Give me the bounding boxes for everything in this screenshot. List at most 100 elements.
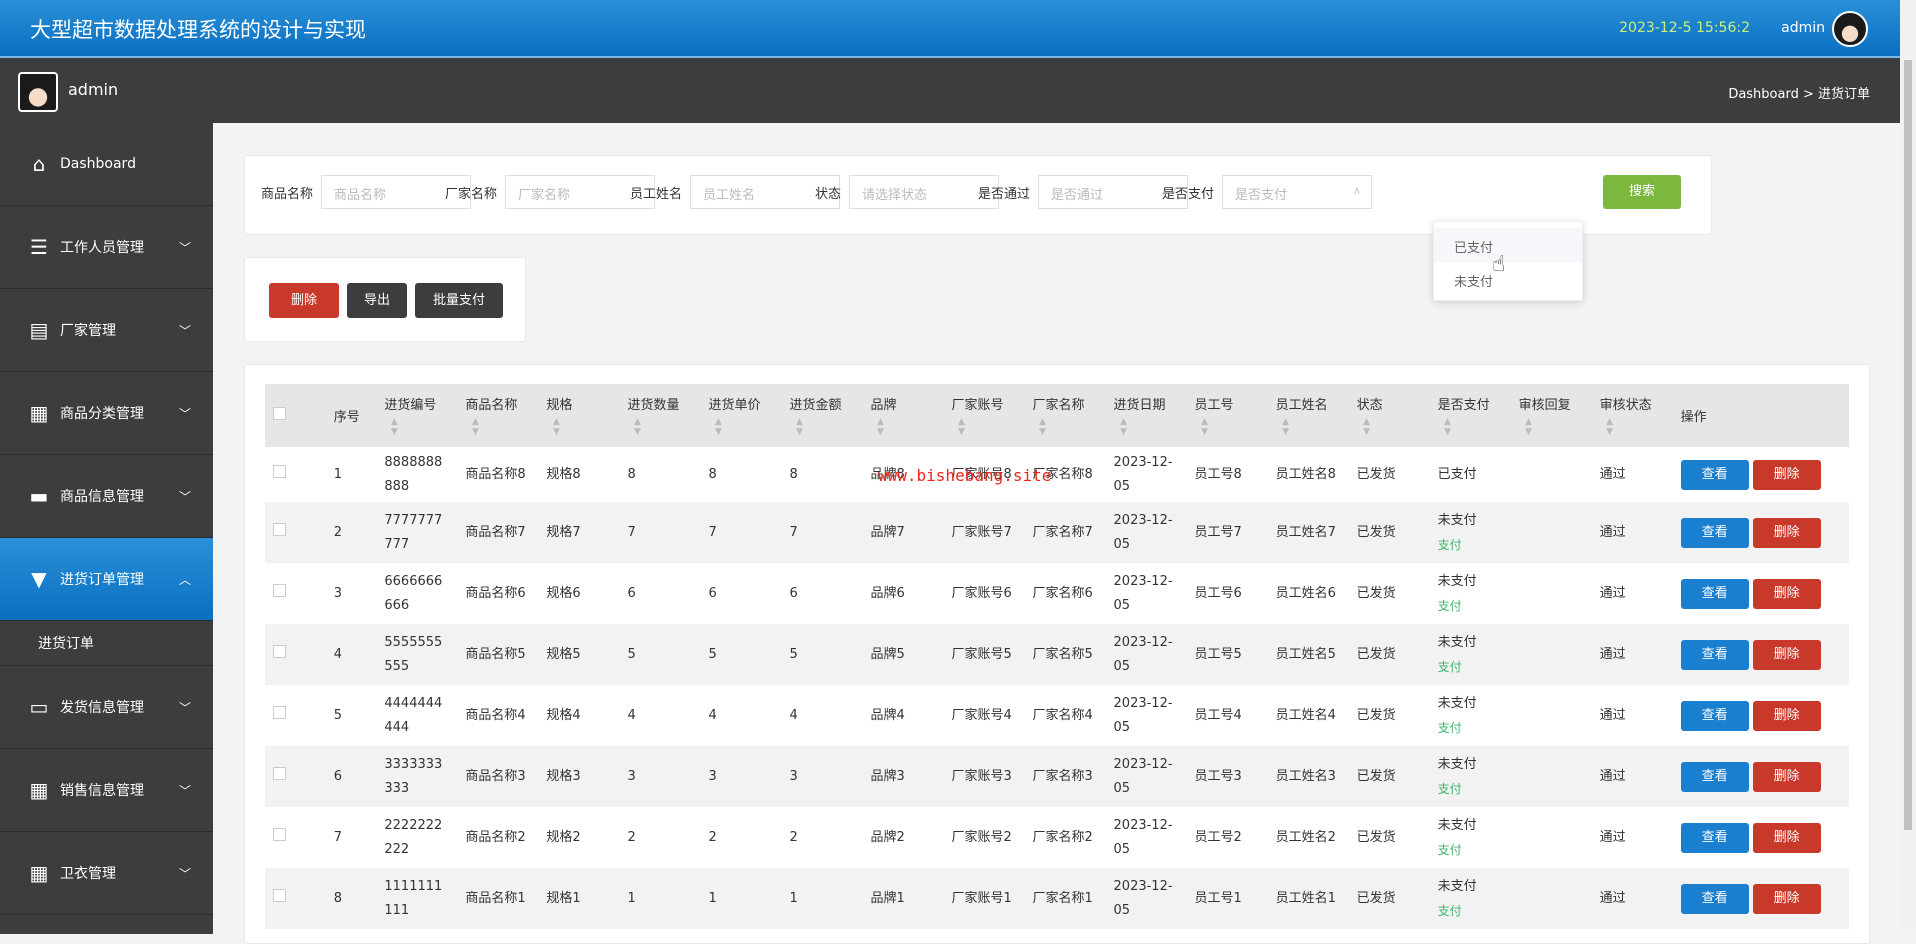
sort-icon[interactable]: ▲ ▼ [384, 417, 404, 437]
cell-brand: 品牌6 [870, 585, 905, 601]
column-header[interactable]: 进货金额 ▲ ▼ [781, 384, 863, 447]
select-input[interactable]: 请选择状态 ∨ [849, 175, 1000, 209]
header-username[interactable]: admin [1781, 20, 1825, 36]
column-header[interactable]: 审核状态 ▲ ▼ [1591, 384, 1673, 447]
sort-icon[interactable]: ▲ ▼ [1114, 417, 1134, 437]
search-button[interactable]: 搜索 [1603, 175, 1681, 209]
sidebar-item-1[interactable]: ☰ 工作人员管理 ﹀ [0, 206, 213, 289]
view-button[interactable]: 查看 [1680, 761, 1749, 792]
view-button[interactable]: 查看 [1680, 700, 1749, 731]
sort-icon[interactable]: ▲ ▼ [546, 417, 566, 437]
sidebar-item-7[interactable]: ▦ 销售信息管理 ﹀ [0, 749, 213, 832]
select-all-checkbox[interactable] [265, 384, 326, 447]
cell-qty: 4 [627, 707, 636, 723]
column-header[interactable]: 进货日期 ▲ ▼ [1105, 384, 1187, 447]
sidebar-item-6[interactable]: ▭ 发货信息管理 ﹀ [0, 666, 213, 749]
pay-link[interactable]: 支付 [1438, 777, 1503, 801]
sort-icon[interactable]: ▲ ▼ [1357, 417, 1377, 437]
view-button[interactable]: 查看 [1680, 639, 1749, 670]
sidebar-item-5[interactable]: ▼ 进货订单管理 ︿ [0, 538, 213, 621]
column-header[interactable]: 员工姓名 ▲ ▼ [1267, 384, 1349, 447]
column-header[interactable]: 厂家名称 ▲ ▼ [1024, 384, 1106, 447]
batch-delete-button[interactable]: 删除 [269, 283, 339, 318]
cell-qty: 3 [627, 768, 636, 784]
cell-reply [1511, 624, 1592, 685]
column-header[interactable]: 是否支付 ▲ ▼ [1429, 384, 1511, 447]
batch-pay-button[interactable]: 批量支付 [415, 283, 503, 318]
pay-link[interactable]: 支付 [1438, 533, 1503, 557]
view-button[interactable]: 查看 [1680, 517, 1749, 548]
column-header[interactable]: 规格 ▲ ▼ [538, 384, 620, 447]
sort-icon[interactable]: ▲ ▼ [789, 417, 809, 437]
sort-icon[interactable]: ▲ ▼ [1195, 417, 1215, 437]
pay-link[interactable]: 支付 [1438, 594, 1503, 618]
column-header[interactable]: 品牌 ▲ ▼ [862, 384, 944, 447]
sort-icon[interactable]: ▲ ▼ [708, 417, 728, 437]
cell-audit: 通过 [1599, 890, 1626, 906]
sidebar-subitem[interactable]: 进货订单 [0, 621, 213, 666]
sort-icon[interactable]: ▲ ▼ [952, 417, 972, 437]
column-header[interactable]: 进货编号 ▲ ▼ [376, 384, 458, 447]
sort-icon[interactable]: ▲ ▼ [627, 417, 647, 437]
sort-icon[interactable]: ▲ ▼ [1033, 417, 1053, 437]
cell-goods: 商品名称4 [465, 707, 526, 723]
view-button[interactable]: 查看 [1680, 822, 1749, 853]
sort-icon[interactable]: ▲ ▼ [1600, 417, 1620, 437]
delete-button[interactable]: 删除 [1752, 578, 1821, 609]
view-button[interactable]: 查看 [1680, 459, 1749, 490]
chevron-down-icon: ﹀ [178, 866, 191, 881]
row-checkbox[interactable] [273, 766, 286, 780]
delete-button[interactable]: 删除 [1752, 883, 1821, 914]
header-avatar[interactable] [1832, 11, 1868, 47]
column-header[interactable]: 员工号 ▲ ▼ [1186, 384, 1268, 447]
pay-link[interactable]: 支付 [1438, 899, 1503, 923]
delete-button[interactable]: 删除 [1752, 517, 1821, 548]
row-checkbox[interactable] [273, 583, 286, 597]
dropdown-option-unpaid[interactable]: 未支付 [1434, 262, 1582, 296]
row-checkbox[interactable] [273, 522, 286, 536]
sort-icon[interactable]: ▲ ▼ [870, 417, 890, 437]
sort-icon[interactable]: ▲ ▼ [465, 417, 485, 437]
search-label: 商品名称 [261, 186, 314, 202]
delete-button[interactable]: 删除 [1752, 700, 1821, 731]
pay-link[interactable]: 支付 [1438, 655, 1503, 679]
cell-no: 8 [333, 890, 343, 906]
sidebar-item-4[interactable]: ▬ 商品信息管理 ﹀ [0, 455, 213, 538]
row-checkbox[interactable] [273, 888, 286, 902]
column-header[interactable]: 进货数量 ▲ ▼ [619, 384, 701, 447]
sort-icon[interactable]: ▲ ▼ [1438, 417, 1458, 437]
sidebar-username: admin [68, 80, 119, 99]
view-button[interactable]: 查看 [1680, 578, 1749, 609]
page-scrollbar[interactable] [1900, 0, 1916, 934]
delete-button[interactable]: 删除 [1752, 822, 1821, 853]
sidebar-item-0[interactable]: ⌂ Dashboard [0, 123, 213, 206]
delete-button[interactable]: 删除 [1752, 459, 1821, 490]
cell-spec: 规格8 [546, 466, 581, 482]
cell-status: 已发货 [1356, 829, 1396, 845]
sidebar-item-8[interactable]: ▦ 卫衣管理 ﹀ [0, 832, 213, 915]
delete-button[interactable]: 删除 [1752, 761, 1821, 792]
sort-icon[interactable]: ▲ ▼ [1519, 417, 1539, 437]
pay-link[interactable]: 支付 [1438, 838, 1503, 862]
cell-acct: 厂家账号5 [951, 646, 1012, 662]
column-header[interactable]: 进货单价 ▲ ▼ [700, 384, 782, 447]
column-header[interactable]: 状态 ▲ ▼ [1348, 384, 1430, 447]
breadcrumb[interactable]: Dashboard > 进货订单 [1728, 83, 1870, 102]
view-button[interactable]: 查看 [1680, 883, 1749, 914]
delete-button[interactable]: 删除 [1752, 639, 1821, 670]
row-checkbox[interactable] [273, 705, 286, 719]
row-checkbox[interactable] [273, 644, 286, 658]
column-header[interactable]: 厂家账号 ▲ ▼ [943, 384, 1025, 447]
column-header[interactable]: 商品名称 ▲ ▼ [457, 384, 539, 447]
pay-link[interactable]: 支付 [1438, 716, 1503, 740]
export-button[interactable]: 导出 [347, 283, 407, 318]
column-header[interactable]: 审核回复 ▲ ▼ [1510, 384, 1592, 447]
row-checkbox[interactable] [273, 464, 286, 478]
sort-icon[interactable]: ▲ ▼ [1276, 417, 1296, 437]
cell-goods: 商品名称2 [465, 829, 526, 845]
row-checkbox[interactable] [273, 827, 286, 841]
sidebar-item-3[interactable]: ▦ 商品分类管理 ﹀ [0, 372, 213, 455]
sidebar-item-2[interactable]: ▤ 厂家管理 ﹀ [0, 289, 213, 372]
dropdown-option-paid[interactable]: 已支付 [1434, 228, 1582, 262]
select-input[interactable]: 是否支付 ∧ [1222, 175, 1373, 209]
